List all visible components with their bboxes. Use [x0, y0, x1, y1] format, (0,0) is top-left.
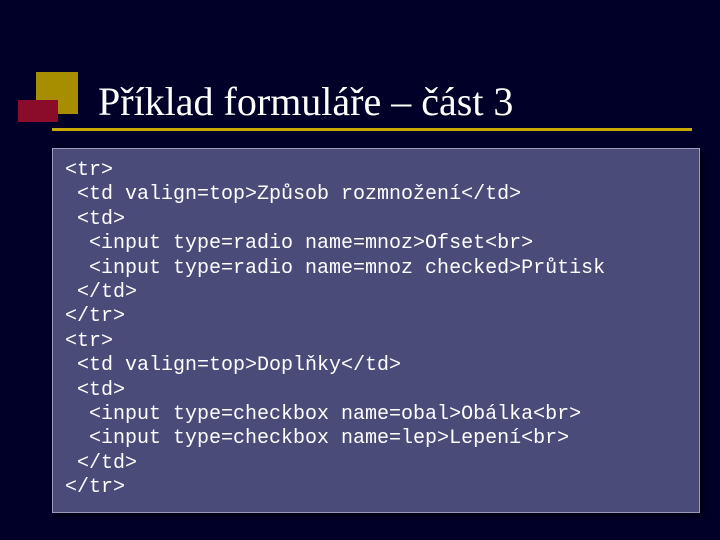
- code-line: <tr>: [65, 159, 113, 182]
- code-line: <td>: [65, 208, 125, 231]
- code-line: </td>: [65, 281, 137, 304]
- code-line: <td valign=top>Způsob rozmnožení</td>: [65, 183, 521, 206]
- code-line: <tr>: [65, 330, 113, 353]
- code-line: <td>: [65, 379, 125, 402]
- code-block: <tr> <td valign=top>Způsob rozmnožení</t…: [65, 159, 687, 500]
- code-line: </tr>: [65, 305, 125, 328]
- code-panel: <tr> <td valign=top>Způsob rozmnožení</t…: [52, 148, 700, 513]
- code-line: <input type=checkbox name=lep>Lepení<br>: [65, 427, 569, 450]
- slide: Příklad formuláře – část 3 <tr> <td vali…: [0, 0, 720, 540]
- code-line: </tr>: [65, 476, 125, 499]
- code-line: </td>: [65, 452, 137, 475]
- title-underline: [52, 128, 692, 131]
- slide-title: Příklad formuláře – část 3: [98, 78, 513, 125]
- code-line: <td valign=top>Doplňky</td>: [65, 354, 401, 377]
- code-line: <input type=radio name=mnoz checked>Průt…: [65, 257, 605, 280]
- code-line: <input type=checkbox name=obal>Obálka<br…: [65, 403, 581, 426]
- accent-rect-red: [18, 100, 58, 122]
- code-line: <input type=radio name=mnoz>Ofset<br>: [65, 232, 533, 255]
